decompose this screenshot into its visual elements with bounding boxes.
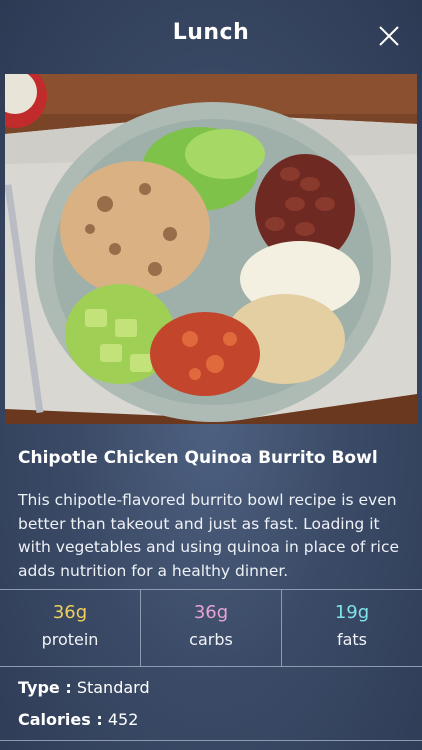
- page-title: Lunch: [172, 20, 250, 45]
- calories-row: Calories : 452: [18, 710, 138, 729]
- recipe-title: Chipotle Chicken Quinoa Burrito Bowl: [18, 448, 378, 468]
- close-button[interactable]: [376, 23, 402, 49]
- divider: [0, 740, 422, 741]
- recipe-photo: [5, 74, 417, 424]
- macro-protein-value: 36g: [52, 602, 88, 623]
- type-label: Type :: [18, 678, 72, 697]
- macro-protein-label: protein: [41, 630, 99, 649]
- type-row: Type : Standard: [18, 678, 150, 697]
- macro-fats-label: fats: [336, 630, 368, 649]
- macro-carbs: 36g carbs: [140, 590, 281, 666]
- calories-value: 452: [107, 710, 139, 729]
- type-value: Standard: [76, 678, 150, 697]
- close-icon: [379, 26, 399, 46]
- macro-fats-value: 19g: [334, 602, 370, 623]
- macros-panel: 36g protein 36g carbs 19g fats: [0, 589, 422, 667]
- macro-fats: 19g fats: [281, 590, 422, 666]
- macro-carbs-value: 36g: [193, 602, 229, 623]
- macro-carbs-label: carbs: [189, 630, 233, 649]
- macro-protein: 36g protein: [0, 590, 140, 666]
- header: Lunch: [0, 0, 422, 72]
- recipe-description: This chipotle-flavored burrito bowl reci…: [18, 491, 400, 580]
- calories-label: Calories :: [18, 710, 103, 729]
